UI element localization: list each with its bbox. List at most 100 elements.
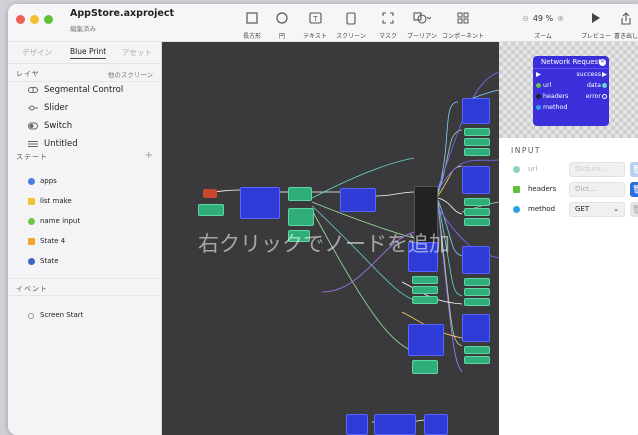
set-genre-node[interactable] xyxy=(462,166,490,194)
input-row-method: method GET ⌄ 🗑 xyxy=(499,200,638,220)
list-icon xyxy=(513,186,520,193)
node[interactable] xyxy=(464,288,490,296)
state-item-state-4[interactable]: State 4 xyxy=(8,232,161,252)
input-row-headers: headers Dict... 🗑 xyxy=(499,180,638,200)
layer-item-slider[interactable]: Slider xyxy=(8,100,161,118)
network-request-card[interactable]: Network Request ✕ success url data heade… xyxy=(533,56,609,126)
menu-icon xyxy=(28,140,38,149)
tab-assets[interactable]: アセット xyxy=(122,47,152,58)
tab-design[interactable]: デザイン xyxy=(22,47,52,58)
set-age-node[interactable] xyxy=(462,314,490,342)
node[interactable] xyxy=(464,278,490,286)
node-row: headers error xyxy=(533,91,609,102)
node[interactable] xyxy=(288,208,314,226)
network-request-node[interactable] xyxy=(408,324,444,356)
exec-out-icon xyxy=(602,72,607,77)
minimize-window-button[interactable] xyxy=(30,15,39,24)
node[interactable] xyxy=(464,298,490,306)
other-screens-link[interactable]: 他のスクリーン xyxy=(108,69,153,79)
layer-item-segmental-control[interactable]: Segmental Control xyxy=(8,82,161,100)
state-item-name-input[interactable]: name input xyxy=(8,212,161,232)
node[interactable] xyxy=(412,286,438,294)
delete-icon[interactable]: 🗑 xyxy=(630,202,638,217)
start-node[interactable] xyxy=(203,189,217,198)
app-title: AppStore.axproject xyxy=(70,8,175,19)
share-icon xyxy=(604,12,638,26)
list-icon xyxy=(28,238,35,245)
component-grid-icon xyxy=(439,12,487,26)
zoom-control: ⊖ 49 % ⊕ ズーム xyxy=(522,14,564,40)
pin-icon xyxy=(602,83,607,88)
boolean-tool[interactable]: ブーリアン xyxy=(400,12,444,40)
node[interactable] xyxy=(464,128,490,136)
export-button[interactable]: 書き出し xyxy=(604,12,638,40)
chevron-down-icon: ⌄ xyxy=(613,205,619,213)
states-title: ステート xyxy=(16,153,48,161)
node[interactable] xyxy=(412,296,438,304)
segmented-icon xyxy=(28,86,38,95)
pin-icon xyxy=(536,83,541,88)
blueprint-canvas[interactable]: 右クリックでノードを追加 xyxy=(162,42,499,435)
component-tool[interactable]: コンポーネント xyxy=(439,12,487,40)
pin-icon xyxy=(536,105,541,110)
node[interactable] xyxy=(464,208,490,216)
node[interactable] xyxy=(412,276,438,284)
list-select-node[interactable] xyxy=(346,414,368,435)
states-header: ステート + xyxy=(8,150,161,164)
node-row: url data xyxy=(533,80,609,91)
input-section-title: INPUT xyxy=(511,146,541,155)
sidebar-tabs: デザイン Blue Print アセット xyxy=(8,42,161,64)
add-state-button[interactable]: + xyxy=(145,150,153,161)
toolbar: AppStore.axproject 編集済み 長方形 円 T テキスト スクリ… xyxy=(8,4,638,42)
pin-icon xyxy=(513,166,520,173)
network-request-node[interactable] xyxy=(240,187,280,219)
node[interactable] xyxy=(288,187,312,201)
layer-item-switch[interactable]: Switch xyxy=(8,118,161,136)
set-state-node[interactable] xyxy=(424,414,448,435)
app-window: AppStore.axproject 編集済み 長方形 円 T テキスト スクリ… xyxy=(8,4,638,435)
layers-title: レイヤ xyxy=(16,70,40,78)
node[interactable] xyxy=(198,204,224,216)
zoom-window-button[interactable] xyxy=(44,15,53,24)
slider-icon xyxy=(28,104,38,113)
set-list-node[interactable] xyxy=(462,98,490,124)
pin-icon xyxy=(602,94,607,99)
switch-icon xyxy=(28,122,38,131)
svg-text:T: T xyxy=(312,15,318,23)
node-title: Network Request xyxy=(541,58,601,66)
set-price-node[interactable] xyxy=(462,246,490,274)
grid-icon xyxy=(28,198,35,205)
node[interactable] xyxy=(464,356,490,364)
node[interactable] xyxy=(464,148,490,156)
state-item-state[interactable]: State xyxy=(8,252,161,272)
events-title: イベント xyxy=(16,285,48,293)
pin-icon xyxy=(536,94,541,99)
close-window-button[interactable] xyxy=(16,15,25,24)
zoom-in-button[interactable]: ⊕ xyxy=(557,14,564,23)
url-input[interactable]: Dictum... xyxy=(569,162,625,177)
state-dot-icon xyxy=(28,178,35,185)
push-screen-node[interactable] xyxy=(374,414,416,435)
node[interactable] xyxy=(412,360,438,374)
state-dot-icon xyxy=(28,218,35,225)
delete-icon[interactable]: 🗑 xyxy=(630,182,638,197)
delete-icon[interactable]: 🗑 xyxy=(630,162,638,177)
node[interactable] xyxy=(464,218,490,226)
close-icon[interactable]: ✕ xyxy=(599,59,606,66)
zoom-out-button[interactable]: ⊖ xyxy=(522,14,529,23)
tab-blueprint[interactable]: Blue Print xyxy=(70,47,107,59)
state-item-list-make[interactable]: list make xyxy=(8,192,161,212)
node[interactable] xyxy=(464,198,490,206)
state-item-apps[interactable]: apps xyxy=(8,172,161,192)
app-subtitle: 編集済み xyxy=(70,25,96,33)
list-node[interactable] xyxy=(340,188,376,212)
exec-in-icon xyxy=(536,72,541,77)
node[interactable] xyxy=(464,138,490,146)
method-select[interactable]: GET ⌄ xyxy=(569,202,625,217)
state-dot-icon xyxy=(28,258,35,265)
headers-input[interactable]: Dict... xyxy=(569,182,625,197)
node[interactable] xyxy=(464,346,490,354)
event-item-screen-start[interactable]: Screen Start xyxy=(8,306,161,326)
node-row: method xyxy=(533,102,609,113)
boolean-icon xyxy=(400,12,444,26)
